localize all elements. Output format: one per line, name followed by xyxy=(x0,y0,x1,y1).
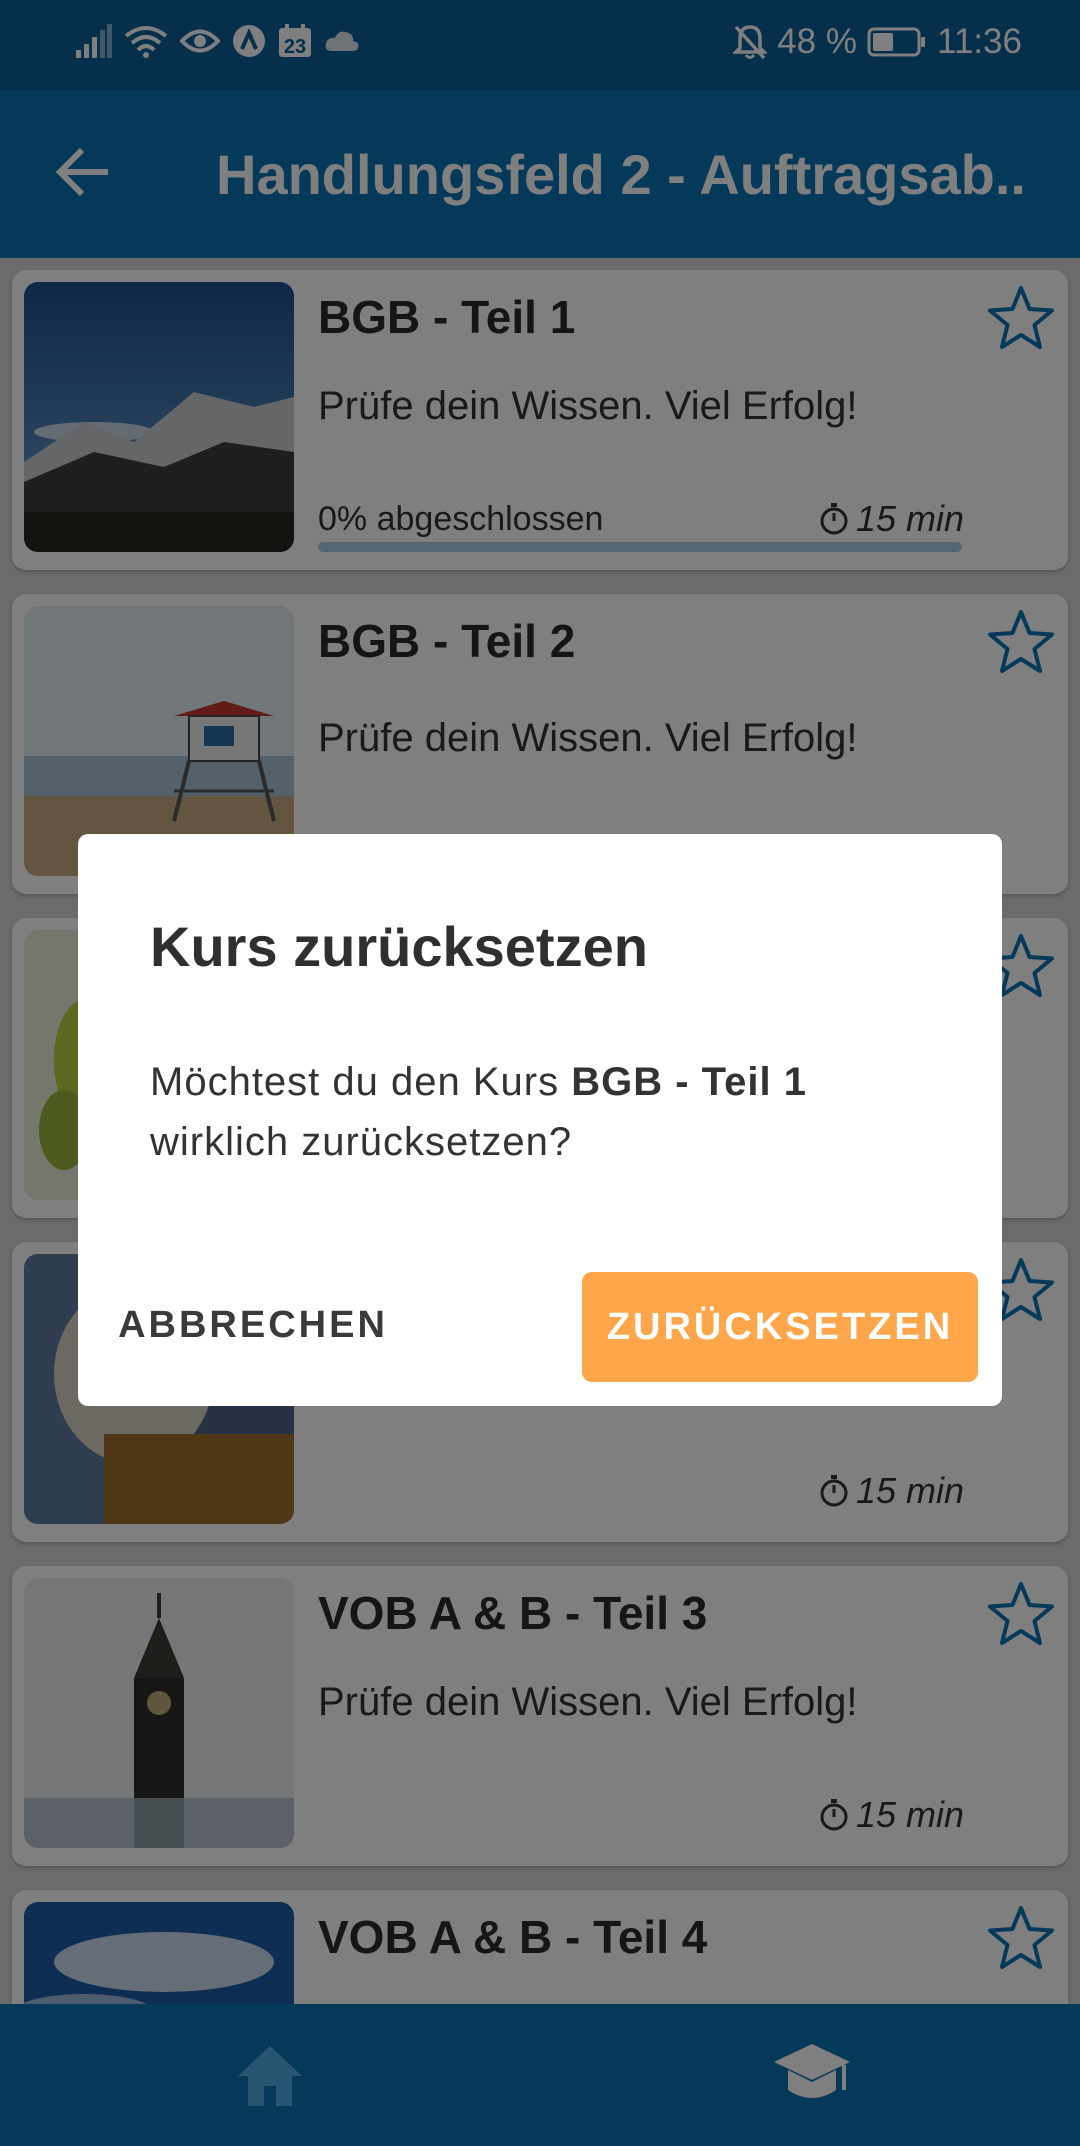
dialog-message-suffix: wirklich zurücksetzen? xyxy=(150,1120,573,1164)
reset-course-dialog: Kurs zurücksetzen Möchtest du den Kurs B… xyxy=(78,834,1002,1406)
dialog-message-course: BGB - Teil 1 xyxy=(571,1060,807,1104)
cancel-button[interactable]: ABBRECHEN xyxy=(108,1270,398,1380)
dialog-title: Kurs zurücksetzen xyxy=(150,915,648,978)
dialog-message-prefix: Möchtest du den Kurs xyxy=(150,1060,572,1104)
reset-button[interactable]: ZURÜCKSETZEN xyxy=(582,1272,978,1382)
dialog-message: Möchtest du den Kurs BGB - Teil 1 wirkli… xyxy=(150,1052,950,1172)
